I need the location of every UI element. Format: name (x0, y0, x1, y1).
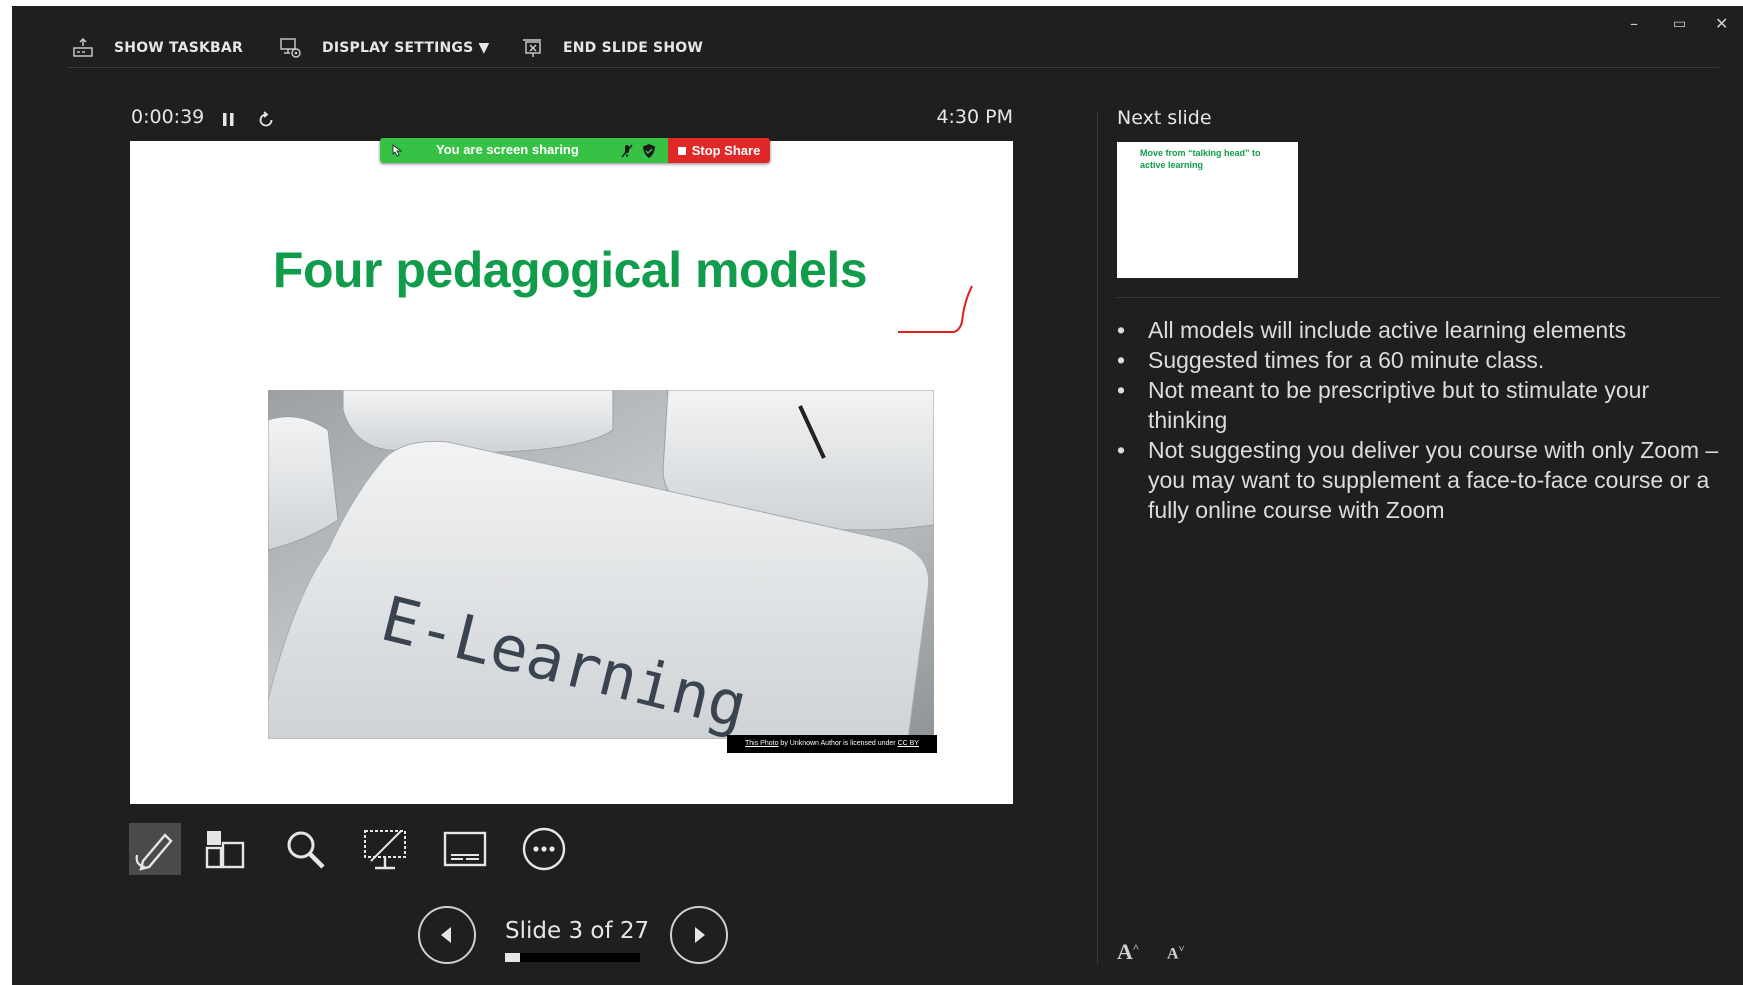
credit-link[interactable]: This Photo (745, 740, 778, 747)
restore-button[interactable]: ▭ (1673, 14, 1686, 34)
share-status[interactable]: You are screen sharing (380, 138, 668, 163)
note-item: All models will include active learning … (1117, 315, 1719, 345)
display-settings-icon (280, 38, 301, 58)
note-item: Not meant to be prescriptive but to stim… (1117, 375, 1719, 435)
restart-icon (259, 111, 273, 127)
zoom-slide-button[interactable] (279, 823, 331, 875)
current-slide: Four pedagogical models E-Learning This … (130, 141, 1013, 804)
slide-progress-bar (505, 953, 640, 962)
see-all-slides-button[interactable] (199, 823, 251, 875)
pause-timer-button[interactable] (218, 109, 240, 131)
triangle-left-icon (441, 927, 451, 943)
elapsed-timer: 0:00:39 (131, 106, 205, 128)
e-learning-key-image: E-Learning (268, 390, 934, 739)
next-slide-thumbnail-title: Move from “talking head” to active learn… (1140, 148, 1261, 170)
next-slide-header: Next slide (1117, 107, 1212, 129)
show-taskbar-button[interactable]: SHOW TASKBAR (70, 30, 243, 66)
black-screen-button[interactable] (359, 823, 411, 875)
grid-slides-icon (205, 831, 245, 869)
pause-icon (223, 113, 234, 126)
presenter-view-window: – ▭ ✕ SHOW TASKBAR DISPLAY SETTINGS ▼ EN… (12, 6, 1743, 985)
subtitles-button[interactable] (439, 823, 491, 875)
note-item: Suggested times for a 60 minute class. (1117, 345, 1719, 375)
stop-share-button[interactable]: Stop Share (668, 138, 770, 163)
notes-divider (1117, 297, 1719, 298)
end-show-icon (523, 39, 541, 57)
subtitles-icon (443, 831, 487, 867)
end-slide-show-button[interactable]: END SLIDE SHOW (519, 30, 703, 66)
decrease-font-label: A (1167, 945, 1179, 963)
slide-progress-fill (505, 953, 520, 962)
credit-text: by Unknown Author is licensed under (778, 740, 898, 747)
slide-title: Four pedagogical models (272, 242, 868, 298)
pane-divider (1097, 112, 1098, 964)
close-button[interactable]: ✕ (1715, 14, 1728, 34)
current-time: 4:30 PM (936, 106, 1013, 128)
minimize-button[interactable]: – (1630, 14, 1638, 34)
credit-license-link[interactable]: CC BY (898, 740, 919, 747)
note-item: Not suggesting you deliver you course wi… (1117, 435, 1719, 525)
taskbar-icon (73, 38, 93, 57)
share-status-text: You are screen sharing (436, 142, 579, 157)
restart-timer-button[interactable] (255, 109, 277, 131)
screen-share-bar[interactable]: You are screen sharing Stop Share (380, 138, 770, 163)
pen-tool-button[interactable] (129, 823, 181, 875)
slide-counter[interactable]: Slide 3 of 27 (505, 918, 649, 944)
end-slide-show-label: END SLIDE SHOW (563, 40, 703, 56)
increase-font-button[interactable]: A˄ (1117, 939, 1139, 965)
next-slide-button[interactable] (670, 906, 728, 964)
decrease-font-button[interactable]: A˅ (1167, 944, 1184, 963)
triangle-right-icon (695, 927, 705, 943)
pen-icon (135, 833, 173, 871)
stop-icon (677, 146, 686, 155)
magnifier-icon (287, 831, 325, 869)
increase-font-label: A (1117, 939, 1133, 964)
stop-share-label: Stop Share (691, 143, 761, 158)
more-options-button[interactable] (518, 823, 570, 875)
drag-handle-icon[interactable] (390, 142, 404, 161)
display-settings-label: DISPLAY SETTINGS ▼ (322, 40, 490, 56)
speaker-notes: All models will include active learning … (1117, 315, 1719, 525)
next-slide-thumbnail[interactable]: Move from “talking head” to active learn… (1117, 142, 1298, 278)
black-screen-icon (364, 830, 406, 870)
ink-annotation (898, 285, 973, 333)
muted-mic-icon[interactable] (620, 143, 634, 162)
toolbar-divider (67, 67, 1719, 68)
photo-credit: This Photo by Unknown Author is licensed… (727, 735, 937, 753)
security-shield-icon[interactable] (642, 143, 656, 162)
previous-slide-button[interactable] (418, 906, 476, 964)
show-taskbar-label: SHOW TASKBAR (114, 40, 243, 56)
more-icon (522, 827, 566, 871)
display-settings-button[interactable]: DISPLAY SETTINGS ▼ (278, 30, 489, 66)
